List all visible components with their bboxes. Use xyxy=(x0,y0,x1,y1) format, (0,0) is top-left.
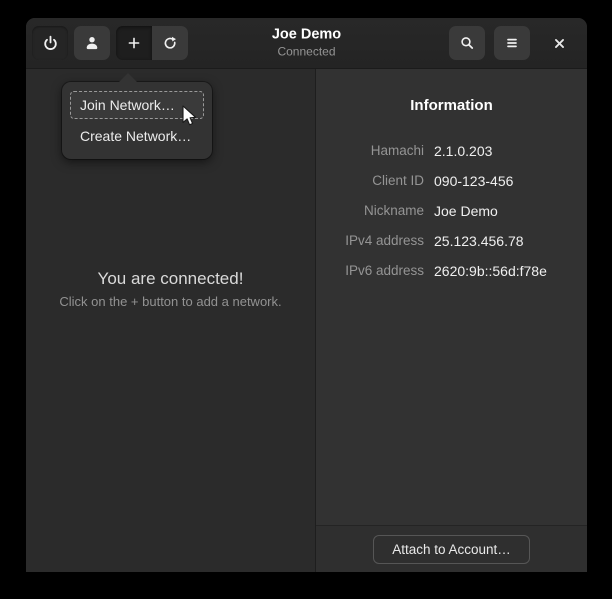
add-network-menu: Join Network… Create Network… xyxy=(62,82,212,159)
search-icon xyxy=(459,35,475,51)
info-label: IPv4 address xyxy=(316,226,424,256)
information-heading: Information xyxy=(316,97,587,114)
plus-icon xyxy=(126,35,142,51)
power-toggle-button[interactable] xyxy=(32,26,68,60)
popover-arrow xyxy=(119,73,137,82)
info-label: Client ID xyxy=(316,166,424,196)
connection-status: Connected xyxy=(272,45,341,59)
refresh-button[interactable] xyxy=(152,26,188,60)
close-icon xyxy=(552,36,567,51)
info-label: Hamachi xyxy=(316,136,424,166)
app-window: Joe Demo Connected xyxy=(26,18,587,572)
account-button[interactable] xyxy=(74,26,110,60)
menu-item-create-network[interactable]: Create Network… xyxy=(70,122,204,150)
info-value: 2620:9b::56d:f78e xyxy=(434,256,587,286)
titlebar-left-buttons xyxy=(32,26,188,60)
info-label: IPv6 address xyxy=(316,256,424,286)
info-rows: Hamachi 2.1.0.203 Client ID 090-123-456 Nick… xyxy=(316,136,587,286)
refresh-icon xyxy=(162,35,178,51)
empty-state-subtitle: Click on the + button to add a network. xyxy=(26,294,315,309)
attach-account-button[interactable]: Attach to Account… xyxy=(373,535,530,564)
window-title: Joe Demo xyxy=(272,27,341,44)
info-value: 2.1.0.203 xyxy=(434,136,587,166)
info-label: Nickname xyxy=(316,196,424,226)
action-bar: Attach to Account… xyxy=(316,525,587,572)
information-pane: Information Hamachi 2.1.0.203 Client ID 090… xyxy=(316,69,587,572)
menu-item-join-network[interactable]: Join Network… xyxy=(70,91,204,119)
titlebar-right-buttons xyxy=(449,26,574,60)
empty-state-title: You are connected! xyxy=(26,269,315,289)
hamburger-menu-icon xyxy=(504,35,520,51)
close-button[interactable] xyxy=(544,28,574,58)
info-value: 090-123-456 xyxy=(434,166,587,196)
menu-button[interactable] xyxy=(494,26,530,60)
add-network-button[interactable] xyxy=(116,26,152,60)
person-icon xyxy=(84,35,100,51)
desktop-background: Joe Demo Connected xyxy=(0,0,612,599)
power-icon xyxy=(42,35,59,52)
info-value: Joe Demo xyxy=(434,196,587,226)
window-title-block: Joe Demo Connected xyxy=(272,27,341,60)
network-actions-group xyxy=(116,26,188,60)
titlebar: Joe Demo Connected xyxy=(26,18,587,69)
info-value: 25.123.456.78 xyxy=(434,226,587,256)
search-button[interactable] xyxy=(449,26,485,60)
empty-state: You are connected! Click on the + button… xyxy=(26,269,315,309)
information-content: Information Hamachi 2.1.0.203 Client ID 090… xyxy=(316,69,587,525)
